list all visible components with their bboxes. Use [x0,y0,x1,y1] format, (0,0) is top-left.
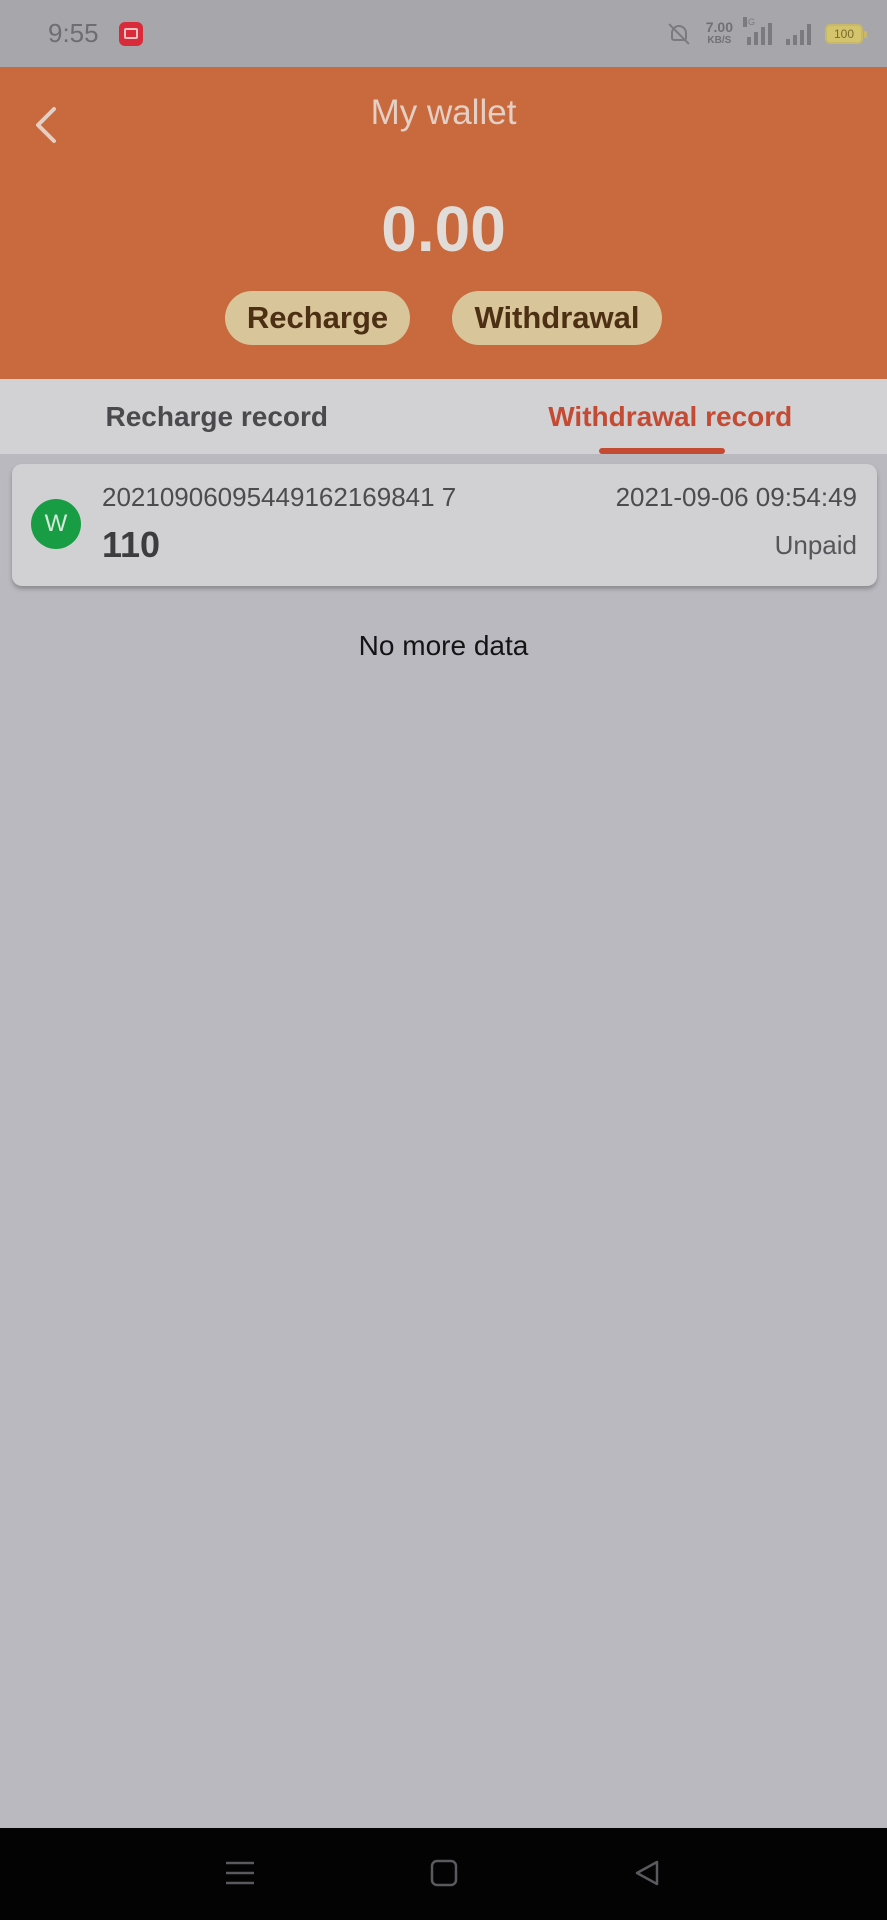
record-id: 20210906095449162169841 7 [102,482,457,512]
system-nav-bar [0,1828,887,1920]
withdrawal-button[interactable]: Withdrawal [452,291,662,345]
record-status: Unpaid [774,530,857,560]
battery-level: 100 [833,26,855,41]
recharge-button[interactable]: Recharge [225,291,410,345]
tab-label: Recharge record [105,400,329,432]
menu-icon [226,1861,254,1885]
signal-icon [786,23,811,45]
status-time: 9:55 [48,18,99,48]
no-more-data-text: No more data [358,630,529,661]
page-title: My wallet [370,93,517,132]
status-icons: 7.00 KB/S 4G 100 [666,16,867,48]
net-speed: 7.00 KB/S [706,20,733,48]
signal-4g-icon: 4G [743,16,772,45]
net-speed-unit: KB/S [707,34,732,46]
triangle-back-icon [635,1860,659,1886]
net-speed-value: 7.00 [705,18,733,35]
wallet-actions: Recharge Withdrawal [0,291,887,345]
active-tab-indicator [598,448,725,454]
wallet-header: My wallet 0.00 Recharge Withdrawal [0,67,887,379]
tab-recharge-record[interactable]: Recharge record [0,379,444,454]
square-icon [430,1859,458,1887]
nav-home-button[interactable] [414,1848,474,1898]
avatar: W [31,499,81,549]
status-bar: 9:55 7.00 KB/S 4G 100 [0,0,887,67]
signal-tag: 4G [743,16,756,27]
tab-withdrawal-record[interactable]: Withdrawal record [444,379,887,454]
bell-off-icon [666,22,692,46]
record-tabs: Recharge record Withdrawal record [0,379,887,454]
nav-back-button[interactable] [617,1848,677,1898]
record-amount: 110 [102,524,161,565]
record-time: 2021-09-06 09:54:49 [615,482,857,512]
list-item[interactable]: W 20210906095449162169841 7 110 2021-09-… [12,464,877,586]
battery-icon: 100 [825,23,867,44]
wallet-balance: 0.00 [381,193,506,265]
screen-record-icon [118,21,143,46]
tab-label: Withdrawal record [548,400,793,432]
nav-menu-button[interactable] [210,1848,270,1898]
